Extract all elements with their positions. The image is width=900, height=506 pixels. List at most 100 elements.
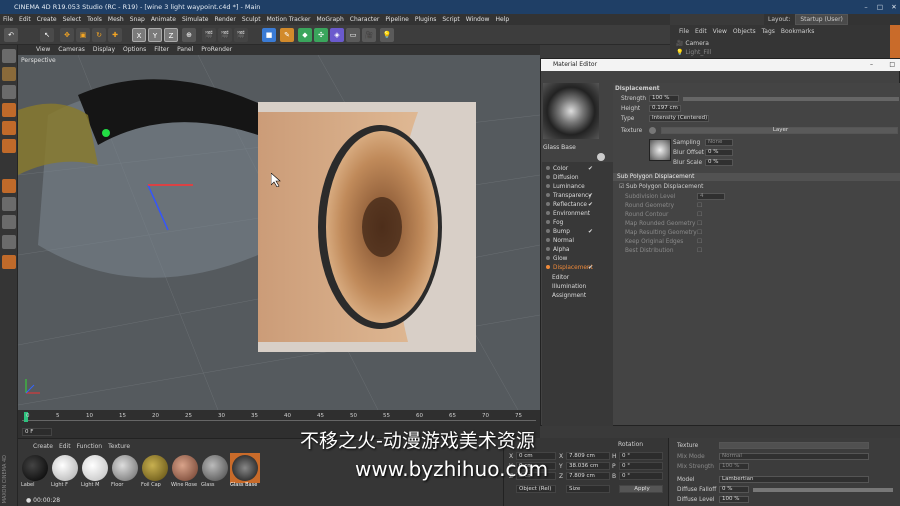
diffuse-level-field[interactable]: 100 % (719, 496, 749, 503)
vp-menu-panel[interactable]: Panel (173, 46, 197, 53)
solo-icon[interactable] (2, 255, 16, 269)
spd-option-round-contour[interactable]: Round Contour ☐ (625, 211, 702, 219)
scale-icon[interactable]: ▣ (76, 28, 90, 42)
om-menu-view[interactable]: View (710, 28, 730, 35)
maximize-button[interactable]: □ (889, 59, 895, 71)
menu-edit[interactable]: Edit (16, 16, 34, 23)
subdivision-surface-icon[interactable]: ◆ (298, 28, 312, 42)
om-menu-edit[interactable]: Edit (692, 28, 710, 35)
vp-menu-prorender[interactable]: ProRender (197, 46, 236, 53)
size-y-field[interactable]: 38.036 cm (566, 462, 610, 470)
menu-mesh[interactable]: Mesh (105, 16, 127, 23)
tweak-mode-icon[interactable] (2, 197, 16, 211)
coordinate-system-icon[interactable]: ⊕ (182, 28, 196, 42)
vp-menu-view[interactable]: View (32, 46, 54, 53)
diffuse-falloff-field[interactable]: 0 % (719, 486, 749, 493)
workplane-icon[interactable] (2, 85, 16, 99)
points-mode-icon[interactable] (2, 103, 16, 117)
snap-icon[interactable] (2, 215, 16, 229)
menu-motion-tracker[interactable]: Motion Tracker (264, 16, 314, 23)
vp-menu-cameras[interactable]: Cameras (54, 46, 89, 53)
spd-option-round-geometry[interactable]: Round Geometry ☐ (625, 202, 702, 210)
material-preview[interactable] (543, 83, 599, 139)
refresh-icon[interactable] (597, 153, 605, 161)
texture-preview[interactable] (649, 139, 671, 161)
rotate-icon[interactable]: ↻ (92, 28, 106, 42)
material-thumb-glass-base[interactable] (230, 453, 260, 483)
material-thumb-glass[interactable] (202, 455, 228, 481)
channel-bump[interactable]: Bump ✔ (546, 229, 593, 235)
menu-simulate[interactable]: Simulate (179, 16, 212, 23)
camera-icon[interactable]: 🎥 (362, 28, 376, 42)
spd-option-map-rounded[interactable]: Map Rounded Geometry ☐ (625, 220, 702, 228)
blur-offset-field[interactable]: 0 % (705, 149, 733, 156)
array-icon[interactable]: ✣ (314, 28, 328, 42)
spd-checkbox[interactable]: ☑ Sub Polygon Displacement (619, 183, 703, 191)
live-selection-icon[interactable]: ↖ (40, 28, 54, 42)
maximize-button[interactable]: □ (874, 0, 886, 14)
channel-fog[interactable]: Fog (546, 220, 563, 226)
menu-mograph[interactable]: MoGraph (314, 16, 347, 23)
menu-select[interactable]: Select (60, 16, 85, 23)
rotation-p-field[interactable]: 0 ° (619, 462, 663, 470)
om-menu-bookmarks[interactable]: Bookmarks (778, 28, 818, 35)
move-icon[interactable]: ✥ (60, 28, 74, 42)
render-view-icon[interactable]: 🎬 (202, 28, 216, 42)
layout-dropdown[interactable]: Startup (User) (795, 14, 848, 25)
spd-option-keep-edges[interactable]: Keep Original Edges ☐ (625, 238, 702, 246)
light-icon[interactable]: 💡 (380, 28, 394, 42)
pen-icon[interactable]: ✎ (280, 28, 294, 42)
texture-mode-icon[interactable] (2, 67, 16, 81)
edges-mode-icon[interactable] (2, 121, 16, 135)
close-button[interactable]: ✕ (888, 0, 900, 14)
type-select[interactable]: Intensity (Centered) (649, 115, 709, 122)
blur-scale-field[interactable]: 0 % (705, 159, 733, 166)
rotation-b-field[interactable]: 0 ° (619, 472, 663, 480)
spd-section-header[interactable]: Sub Polygon Displacement (613, 173, 900, 181)
mm-menu-texture[interactable]: Texture (105, 443, 133, 450)
polygons-mode-icon[interactable] (2, 139, 16, 153)
mm-menu-edit[interactable]: Edit (56, 443, 74, 450)
perspective-viewport[interactable]: Perspective (18, 55, 540, 410)
menu-render[interactable]: Render (211, 16, 238, 23)
mix-strength-field[interactable]: 100 % (719, 463, 749, 470)
mix-mode-select[interactable]: Normal (719, 453, 869, 460)
coordinate-mode-select[interactable]: Object (Rel) (516, 485, 556, 493)
rotation-h-field[interactable]: 0 ° (619, 452, 663, 460)
texture-slot[interactable] (719, 442, 869, 449)
apply-button[interactable]: Apply (619, 485, 663, 493)
channel-luminance[interactable]: Luminance (546, 184, 585, 190)
om-menu-file[interactable]: File (676, 28, 692, 35)
menu-help[interactable]: Help (492, 16, 512, 23)
channel-reflectance[interactable]: Reflectance ✔ (546, 202, 593, 208)
strength-field[interactable]: 100 % (649, 95, 679, 102)
material-name-field[interactable]: Glass Base (543, 144, 603, 152)
channel-assignment[interactable]: Assignment (552, 293, 586, 299)
y-axis-lock[interactable]: Y (148, 28, 162, 42)
model-mode-icon[interactable] (2, 49, 16, 63)
size-mode-select[interactable]: Size (566, 485, 610, 493)
render-picture-viewer-icon[interactable]: 🎬 (218, 28, 232, 42)
channel-environment[interactable]: Environment (546, 211, 590, 217)
sampling-select[interactable]: None (705, 139, 733, 146)
menu-window[interactable]: Window (463, 16, 493, 23)
layout-selector[interactable]: Layout: Startup (User) (764, 14, 900, 25)
menu-script[interactable]: Script (439, 16, 462, 23)
menu-create[interactable]: Create (34, 16, 60, 23)
menu-plugins[interactable]: Plugins (412, 16, 440, 23)
menu-file[interactable]: File (0, 16, 16, 23)
channel-normal[interactable]: Normal (546, 238, 574, 244)
vp-menu-filter[interactable]: Filter (150, 46, 173, 53)
channel-illumination[interactable]: Illumination (552, 284, 586, 290)
menu-tools[interactable]: Tools (84, 16, 105, 23)
om-menu-objects[interactable]: Objects (730, 28, 759, 35)
vp-menu-options[interactable]: Options (119, 46, 150, 53)
floor-icon[interactable]: ▭ (346, 28, 360, 42)
menu-character[interactable]: Character (347, 16, 383, 23)
spd-option-map-resulting[interactable]: Map Resulting Geometry ☐ (625, 229, 702, 237)
texture-menu-icon[interactable] (649, 127, 656, 134)
vp-menu-display[interactable]: Display (89, 46, 119, 53)
channel-diffusion[interactable]: Diffusion (546, 175, 579, 181)
layer-shader-button[interactable]: Layer (661, 127, 898, 134)
size-z-field[interactable]: 7.809 cm (566, 472, 610, 480)
